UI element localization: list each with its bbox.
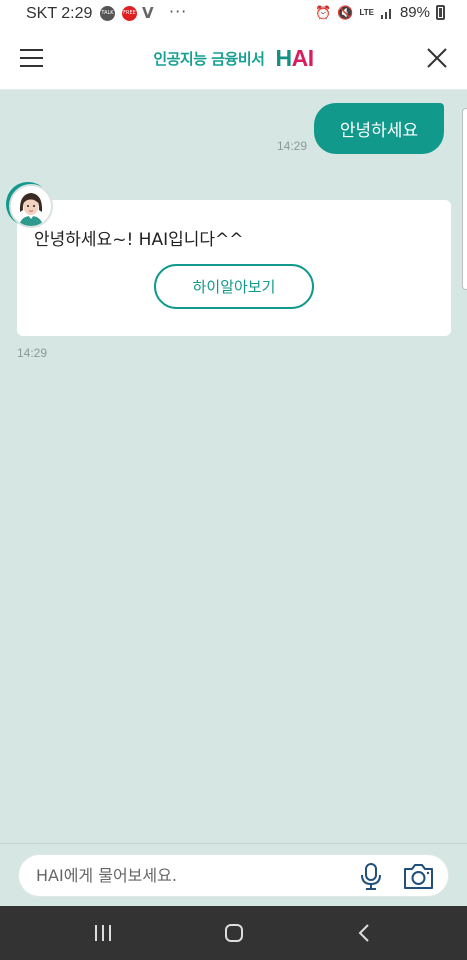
chat-input-container [18, 854, 449, 897]
lte-indicator: LTE [359, 7, 374, 17]
learn-about-hai-button[interactable]: 하이알아보기 [154, 264, 314, 309]
system-nav-bar [0, 906, 467, 960]
brand-title: 인공지능 금융비서 HAI [0, 45, 467, 72]
status-bar: SKT 2:29 TALK FREE V ··· ⏰ 🔇 LTE 89% [0, 0, 467, 28]
hai-logo: HAI [275, 45, 315, 71]
bot-message-time: 14:29 [17, 346, 48, 360]
logo-h: H [275, 45, 293, 71]
chat-input-bar [0, 843, 467, 906]
bot-message-text: 안녕하세요~! HAI입니다^^ [34, 230, 244, 250]
home-icon[interactable] [221, 920, 247, 946]
alarm-icon: ⏰ [315, 4, 332, 20]
microphone-icon[interactable] [359, 863, 383, 891]
app-header: 인공지능 금융비서 HAI [0, 28, 467, 90]
user-message-bubble: 안녕하세요 [314, 103, 444, 154]
chat-input[interactable] [36, 855, 356, 896]
status-carrier-time: SKT 2:29 [26, 5, 93, 22]
signal-icon [380, 8, 391, 19]
free-notification-icon: FREE [122, 6, 137, 21]
back-icon[interactable] [352, 920, 378, 946]
bot-avatar [9, 184, 53, 228]
v-notification-icon: V [142, 4, 154, 22]
recent-apps-icon[interactable] [90, 920, 116, 946]
user-message-time: 14:29 [277, 139, 308, 153]
assistant-avatar-icon [11, 186, 51, 226]
talk-notification-icon: TALK [100, 6, 115, 21]
camera-icon[interactable] [402, 862, 435, 891]
close-icon[interactable] [425, 46, 449, 70]
battery-percent: 89% [399, 4, 430, 21]
logo-ai: AI [291, 45, 315, 71]
more-notifications-icon: ··· [169, 2, 188, 21]
battery-icon [436, 5, 445, 20]
status-right-group: ⏰ 🔇 LTE 89% [315, 4, 445, 21]
scroll-indicator[interactable] [462, 108, 467, 290]
bot-message-bubble: 안녕하세요~! HAI입니다^^ 하이알아보기 [17, 200, 451, 336]
brand-subtitle: 인공지능 금융비서 [153, 50, 265, 68]
mute-icon: 🔇 [337, 4, 354, 20]
